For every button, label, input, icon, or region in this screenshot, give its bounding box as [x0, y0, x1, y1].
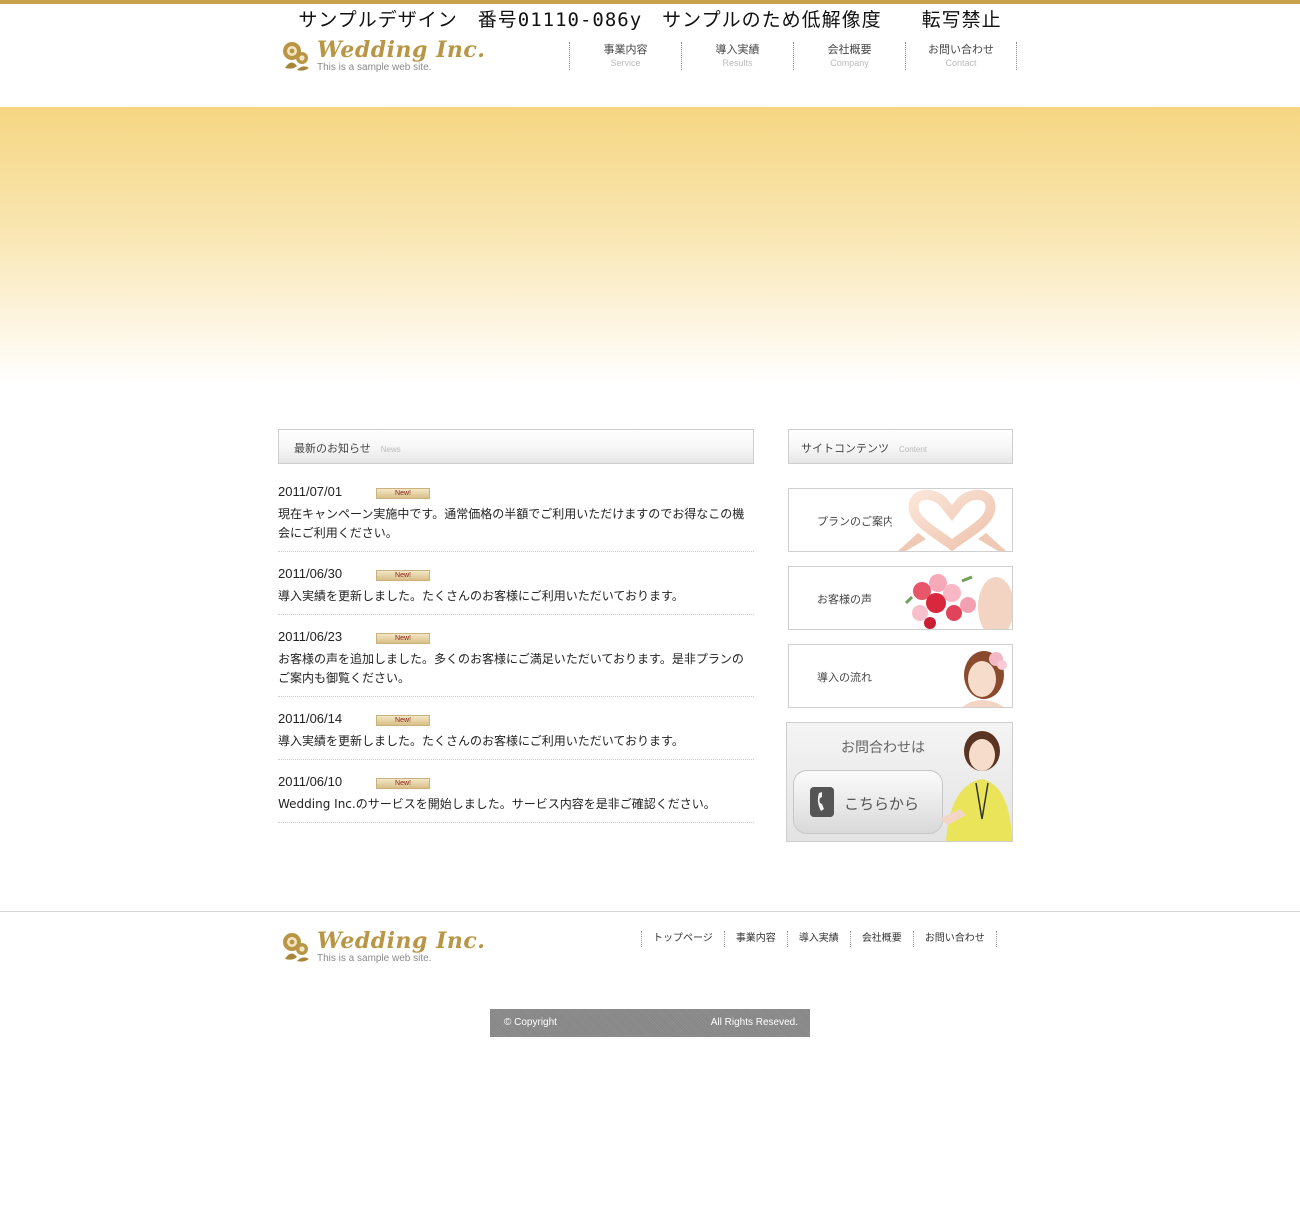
nav-label: 事業内容	[603, 43, 648, 56]
footer-logo[interactable]: Wedding Inc. This is a sample web site.	[279, 929, 485, 965]
nav-label: 導入実績	[715, 43, 760, 56]
brand-name: Wedding Inc.	[317, 37, 486, 63]
side-heading-title: サイトコンテンツ	[801, 442, 889, 455]
new-badge: New!	[376, 633, 430, 644]
copyright-bar: © Copyright All Rights Reseved.	[490, 1009, 810, 1037]
news-text: 導入実績を更新しました。たくさんのお客様にご利用いただいております。	[278, 734, 684, 748]
news-heading-subtitle: News	[380, 445, 401, 454]
news-text: お客様の声を追加しました。多くのお客様にご満足いただいております。是非プランのご…	[278, 652, 744, 685]
new-badge: New!	[376, 488, 430, 499]
rose-logo-icon	[283, 42, 309, 71]
news-text: 導入実績を更新しました。たくさんのお客様にご利用いただいております。	[278, 589, 684, 603]
rose-logo-icon	[283, 933, 309, 962]
footer-nav: トップページ 事業内容 導入実績 会社概要 お問い合わせ	[641, 931, 997, 947]
watermark-text: サンプルデザイン 番号01110-086y サンプルのため低解像度 転写禁止	[298, 9, 1002, 31]
header-logo[interactable]: Wedding Inc. This is a sample web site.	[279, 38, 485, 74]
side-card-flow[interactable]: 導入の流れ	[788, 644, 1013, 708]
news-date: 2011/06/30	[278, 566, 343, 581]
new-badge: New!	[376, 715, 430, 726]
news-item: 2011/06/23 New! お客様の声を追加しました。多くのお客様にご満足いた…	[278, 623, 754, 697]
news-item: 2011/06/10 New! Wedding Inc.のサービスを開始しました。…	[278, 768, 754, 823]
news-date: 2011/06/23	[278, 629, 343, 644]
operator-icon	[940, 731, 1012, 841]
news-item: 2011/06/30 New! 導入実績を更新しました。たくさんのお客様にご利用い…	[278, 560, 754, 615]
top-accent-line	[0, 0, 1300, 4]
phone-icon	[810, 787, 834, 817]
brand-tagline: This is a sample web site.	[317, 62, 432, 73]
nav-item-company[interactable]: 会社概要 Company	[793, 42, 905, 70]
news-item: 2011/07/01 New! 現在キャンペーン実施中です。通常価格の半額でご利用…	[278, 478, 754, 552]
nav-label: 会社概要	[827, 43, 872, 56]
nav-item-contact[interactable]: お問い合わせ Contact	[905, 42, 1017, 70]
footer-nav-top[interactable]: トップページ	[641, 931, 724, 947]
news-text: Wedding Inc.のサービスを開始しました。サービス内容を是非ご確認くださ…	[278, 797, 716, 811]
heart-hands-icon	[892, 489, 1012, 551]
side-card-voice[interactable]: お客様の声	[788, 566, 1013, 630]
footer-divider	[0, 911, 1300, 912]
copyright-text: © Copyright	[504, 1017, 557, 1028]
contact-button[interactable]: こちらから	[793, 770, 943, 834]
side-heading-subtitle: Content	[899, 445, 928, 454]
footer-nav-service[interactable]: 事業内容	[723, 931, 787, 947]
footer-nav-company[interactable]: 会社概要	[849, 931, 913, 947]
side-heading: サイトコンテンツ Content	[788, 429, 1013, 464]
nav-item-results[interactable]: 導入実績 Results	[681, 42, 793, 70]
side-card-label: 導入の流れ	[817, 671, 872, 684]
nav-item-service[interactable]: 事業内容 Service	[569, 42, 681, 70]
nav-sub-label: Contact	[945, 58, 977, 68]
nav-sub-label: Service	[610, 58, 641, 68]
news-date: 2011/06/14	[278, 711, 343, 726]
news-heading: 最新のお知らせ News	[278, 429, 754, 464]
news-item: 2011/06/14 New! 導入実績を更新しました。たくさんのお客様にご利用い…	[278, 705, 754, 760]
rights-text: All Rights Reseved.	[710, 1017, 798, 1028]
new-badge: New!	[376, 778, 430, 789]
new-badge: New!	[376, 570, 430, 581]
side-card-label: お客様の声	[817, 593, 872, 606]
news-date: 2011/06/10	[278, 774, 343, 789]
global-nav: 事業内容 Service 導入実績 Results 会社概要 Company お…	[569, 42, 1017, 70]
hero-banner	[0, 107, 1300, 385]
bride-icon	[892, 645, 1012, 707]
brand-name: Wedding Inc.	[317, 928, 486, 954]
bouquet-icon	[892, 567, 1012, 629]
nav-sub-label: Company	[830, 58, 869, 68]
news-text: 現在キャンペーン実施中です。通常価格の半額でご利用いただけますのでお得なこの機会…	[278, 507, 745, 540]
news-date: 2011/07/01	[278, 484, 343, 499]
footer-nav-results[interactable]: 導入実績	[786, 931, 850, 947]
brand-tagline: This is a sample web site.	[317, 953, 432, 964]
contact-button-label: こちらから	[844, 795, 920, 813]
news-list: 2011/07/01 New! 現在キャンペーン実施中です。通常価格の半額でご利用…	[278, 478, 754, 831]
contact-title: お問合わせは	[841, 740, 925, 756]
nav-sub-label: Results	[722, 58, 753, 68]
footer-nav-contact[interactable]: お問い合わせ	[912, 931, 997, 947]
side-card-plan[interactable]: プランのご案内	[788, 488, 1013, 552]
contact-banner[interactable]: お問合わせは こちらから	[786, 722, 1013, 842]
nav-label: お問い合わせ	[928, 43, 994, 56]
side-card-label: プランのご案内	[817, 515, 894, 528]
news-heading-title: 最新のお知らせ	[294, 442, 371, 455]
